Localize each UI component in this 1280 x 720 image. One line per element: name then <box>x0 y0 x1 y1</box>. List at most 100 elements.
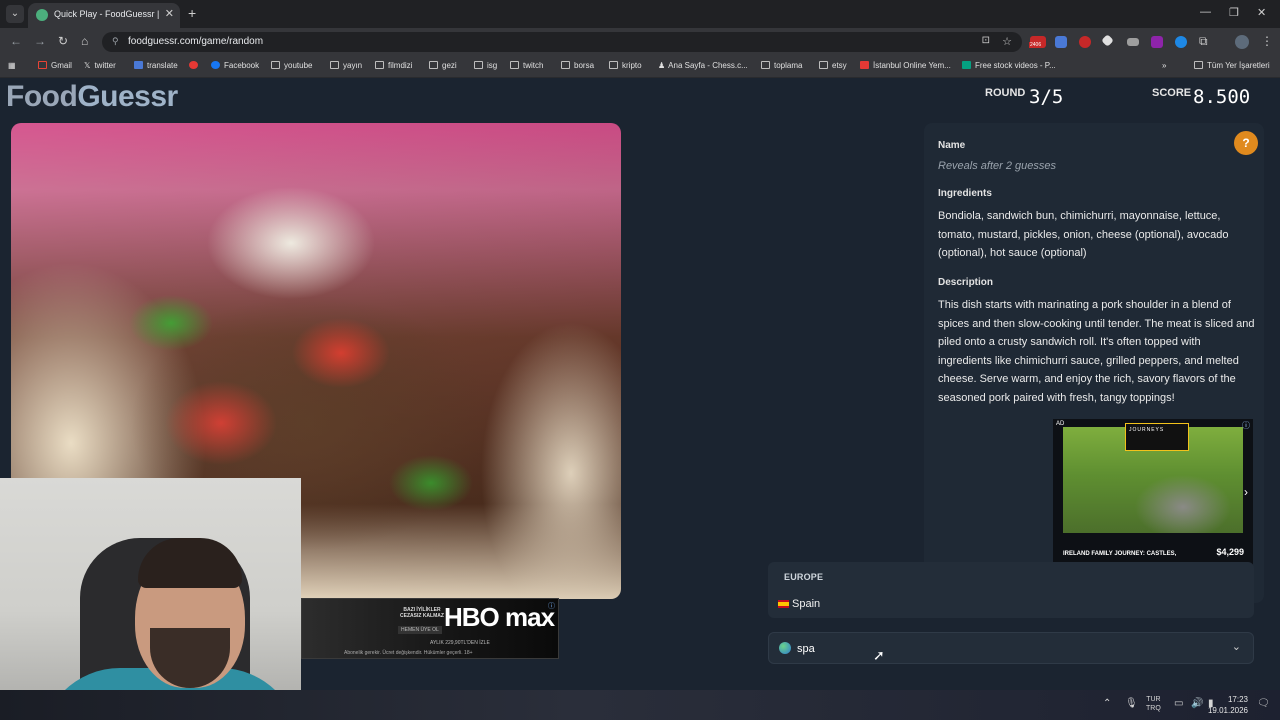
window-close-icon[interactable]: ✕ <box>1257 6 1266 19</box>
travel-ad[interactable]: JOURNEYS AD ⓘ › IRELAND FAMILY JOURNEY: … <box>1053 419 1253 577</box>
windows-taskbar: ⌃ 🎙 TUR TRQ ▭ 🔊 ▮ 17:23 19.01.2026 🗨 <box>0 690 1280 720</box>
purple-extension-icon[interactable] <box>1151 36 1163 48</box>
bookmark-item[interactable]: ♟ Ana Sayfa - Chess.c... <box>658 61 748 70</box>
bookmark-item[interactable]: Free stock videos - P... <box>962 61 1056 70</box>
ad-next-icon[interactable]: › <box>1244 485 1248 499</box>
help-button[interactable]: ? <box>1234 131 1258 155</box>
bookmark-folder[interactable]: youtube <box>271 61 312 70</box>
folder-icon <box>1194 61 1203 69</box>
install-app-icon[interactable]: ⊡ <box>982 35 990 46</box>
bookmark-folder[interactable]: kripto <box>609 61 642 70</box>
translate-icon <box>134 61 143 69</box>
site-favicon-icon <box>36 9 48 21</box>
round-label: ROUND <box>985 87 1026 99</box>
bookmark-folder[interactable]: borsa <box>561 61 594 70</box>
ad-headline: BAZI İYİLİKLER CEZASIZ KALMAZ <box>400 607 444 619</box>
tab-title: Quick Play - FoodGuessr | Food <box>54 9 162 19</box>
notifications-icon[interactable]: 🗨 <box>1257 698 1270 709</box>
bookmark-folder[interactable]: yayın <box>330 61 362 70</box>
more-bookmarks-icon[interactable]: » <box>1162 61 1166 70</box>
folder-icon <box>761 61 770 69</box>
hbo-max-ad[interactable]: BAZI İYİLİKLER CEZASIZ KALMAZ HEMEN ÜYE … <box>301 598 559 659</box>
ad-info-icon[interactable]: ⓘ <box>548 601 555 611</box>
x-icon: 𝕏 <box>84 61 91 70</box>
tab-close-icon[interactable]: ✕ <box>165 7 174 20</box>
bookmark-star-icon[interactable]: ☆ <box>1002 35 1012 48</box>
bookmark-item[interactable]: Gmail <box>38 61 72 70</box>
bookmark-item[interactable]: translate <box>134 61 178 70</box>
bookmark-folder[interactable]: toplama <box>761 61 802 70</box>
ad-info-icon[interactable]: ⓘ <box>1242 420 1250 431</box>
country-search[interactable]: ⌄ <box>768 632 1254 664</box>
ad-price: $4,299 <box>1216 547 1244 557</box>
network-icon[interactable]: ▭ <box>1174 698 1183 709</box>
address-toolbar: ← → ↻ ⌂ ⚲ foodguessr.com/game/random ⊡ ☆… <box>0 28 1280 56</box>
folder-icon <box>375 61 384 69</box>
country-search-input[interactable] <box>797 639 1217 659</box>
bookmark-folder[interactable]: gezi <box>429 61 457 70</box>
pexels-icon <box>962 61 971 69</box>
country-option-label: Spain <box>792 598 821 610</box>
description-label: Description <box>938 277 994 288</box>
name-value: Reveals after 2 guesses <box>938 160 1057 172</box>
bookmark-item[interactable]: Facebook <box>211 61 259 70</box>
facebook-icon <box>211 61 220 69</box>
bookmarks-bar: ▦ Gmail 𝕏twitter translate Facebook yout… <box>0 56 1280 78</box>
webcam-overlay <box>0 478 301 720</box>
score-label: SCORE <box>1152 87 1192 99</box>
ingredients-label: Ingredients <box>938 188 992 199</box>
volume-icon[interactable]: 🔊 <box>1191 698 1203 709</box>
back-icon[interactable]: ← <box>10 34 22 48</box>
bookmark-item[interactable]: İstanbul Online Yem... <box>860 61 951 70</box>
tab-list-chevron-icon[interactable]: ⌄ <box>6 5 24 23</box>
reload-icon[interactable]: ↻ <box>58 34 68 48</box>
country-dropdown: EUROPE Spain <box>768 562 1254 618</box>
globe-icon <box>779 642 791 654</box>
ingredients-value: Bondiola, sandwich bun, chimichurri, may… <box>938 210 1229 260</box>
restore-icon[interactable]: ❐ <box>1229 6 1239 19</box>
folder-icon <box>561 61 570 69</box>
extensions-puzzle-icon[interactable]: ⧉ <box>1199 34 1208 49</box>
bookmark-folder[interactable]: filmdizi <box>375 61 412 70</box>
tray-overflow-icon[interactable]: ⌃ <box>1103 698 1111 709</box>
spain-flag-icon <box>778 600 789 608</box>
description-value: This dish starts with marinating a pork … <box>938 299 1255 404</box>
diamond-extension-icon[interactable] <box>1101 34 1114 47</box>
audio-extension-icon[interactable] <box>1175 36 1187 48</box>
browser-tab-bar: ⌄ Quick Play - FoodGuessr | Food ✕ + — ❐… <box>0 0 1280 28</box>
microphone-icon[interactable]: 🎙 <box>1125 698 1138 709</box>
hbo-max-logo: HBO max <box>444 602 555 632</box>
foodguessr-logo[interactable]: FoodGuessr <box>6 80 178 114</box>
adblock-extension-icon[interactable] <box>1079 36 1091 48</box>
home-icon[interactable]: ⌂ <box>81 34 88 48</box>
chess-pawn-icon: ♟ <box>658 61 666 70</box>
omnibox[interactable]: ⚲ foodguessr.com/game/random ⊡ ☆ <box>102 32 1022 52</box>
taskbar-clock[interactable]: 17:23 19.01.2026 <box>1208 694 1248 716</box>
glasses-extension-icon[interactable] <box>1127 38 1139 46</box>
ad-label: AD <box>1056 421 1065 427</box>
translate-extension-icon[interactable] <box>1055 36 1067 48</box>
browser-menu-icon[interactable]: ⋮ <box>1261 34 1273 48</box>
minimize-icon[interactable]: — <box>1200 6 1211 18</box>
browser-tab[interactable]: Quick Play - FoodGuessr | Food ✕ <box>28 3 180 28</box>
ad-cta: HEMEN ÜYE OL <box>398 626 442 634</box>
new-tab-icon[interactable]: + <box>188 5 196 21</box>
url-text[interactable]: foodguessr.com/game/random <box>128 36 263 47</box>
all-bookmarks-folder[interactable]: Tüm Yer İşaretleri <box>1194 61 1270 70</box>
forward-icon[interactable]: → <box>34 34 46 48</box>
country-option-spain[interactable]: Spain <box>772 592 1250 616</box>
bookmark-item[interactable] <box>189 61 202 70</box>
profile-avatar-icon[interactable] <box>1235 35 1249 49</box>
bookmark-folder[interactable]: etsy <box>819 61 847 70</box>
bookmark-item[interactable]: 𝕏twitter <box>84 61 116 70</box>
chevron-down-icon[interactable]: ⌄ <box>1232 640 1241 653</box>
yemeksepeti-icon <box>860 61 869 69</box>
language-indicator[interactable]: TUR TRQ <box>1146 695 1161 713</box>
apps-grid-icon[interactable]: ▦ <box>8 61 16 70</box>
bookmark-folder[interactable]: twitch <box>510 61 543 70</box>
ad-brand: JOURNEYS <box>1125 423 1189 451</box>
mouse-cursor-icon: ➚ <box>873 647 885 663</box>
bookmark-folder[interactable]: isg <box>474 61 497 70</box>
name-label: Name <box>938 140 966 151</box>
site-info-icon[interactable]: ⚲ <box>112 36 119 47</box>
